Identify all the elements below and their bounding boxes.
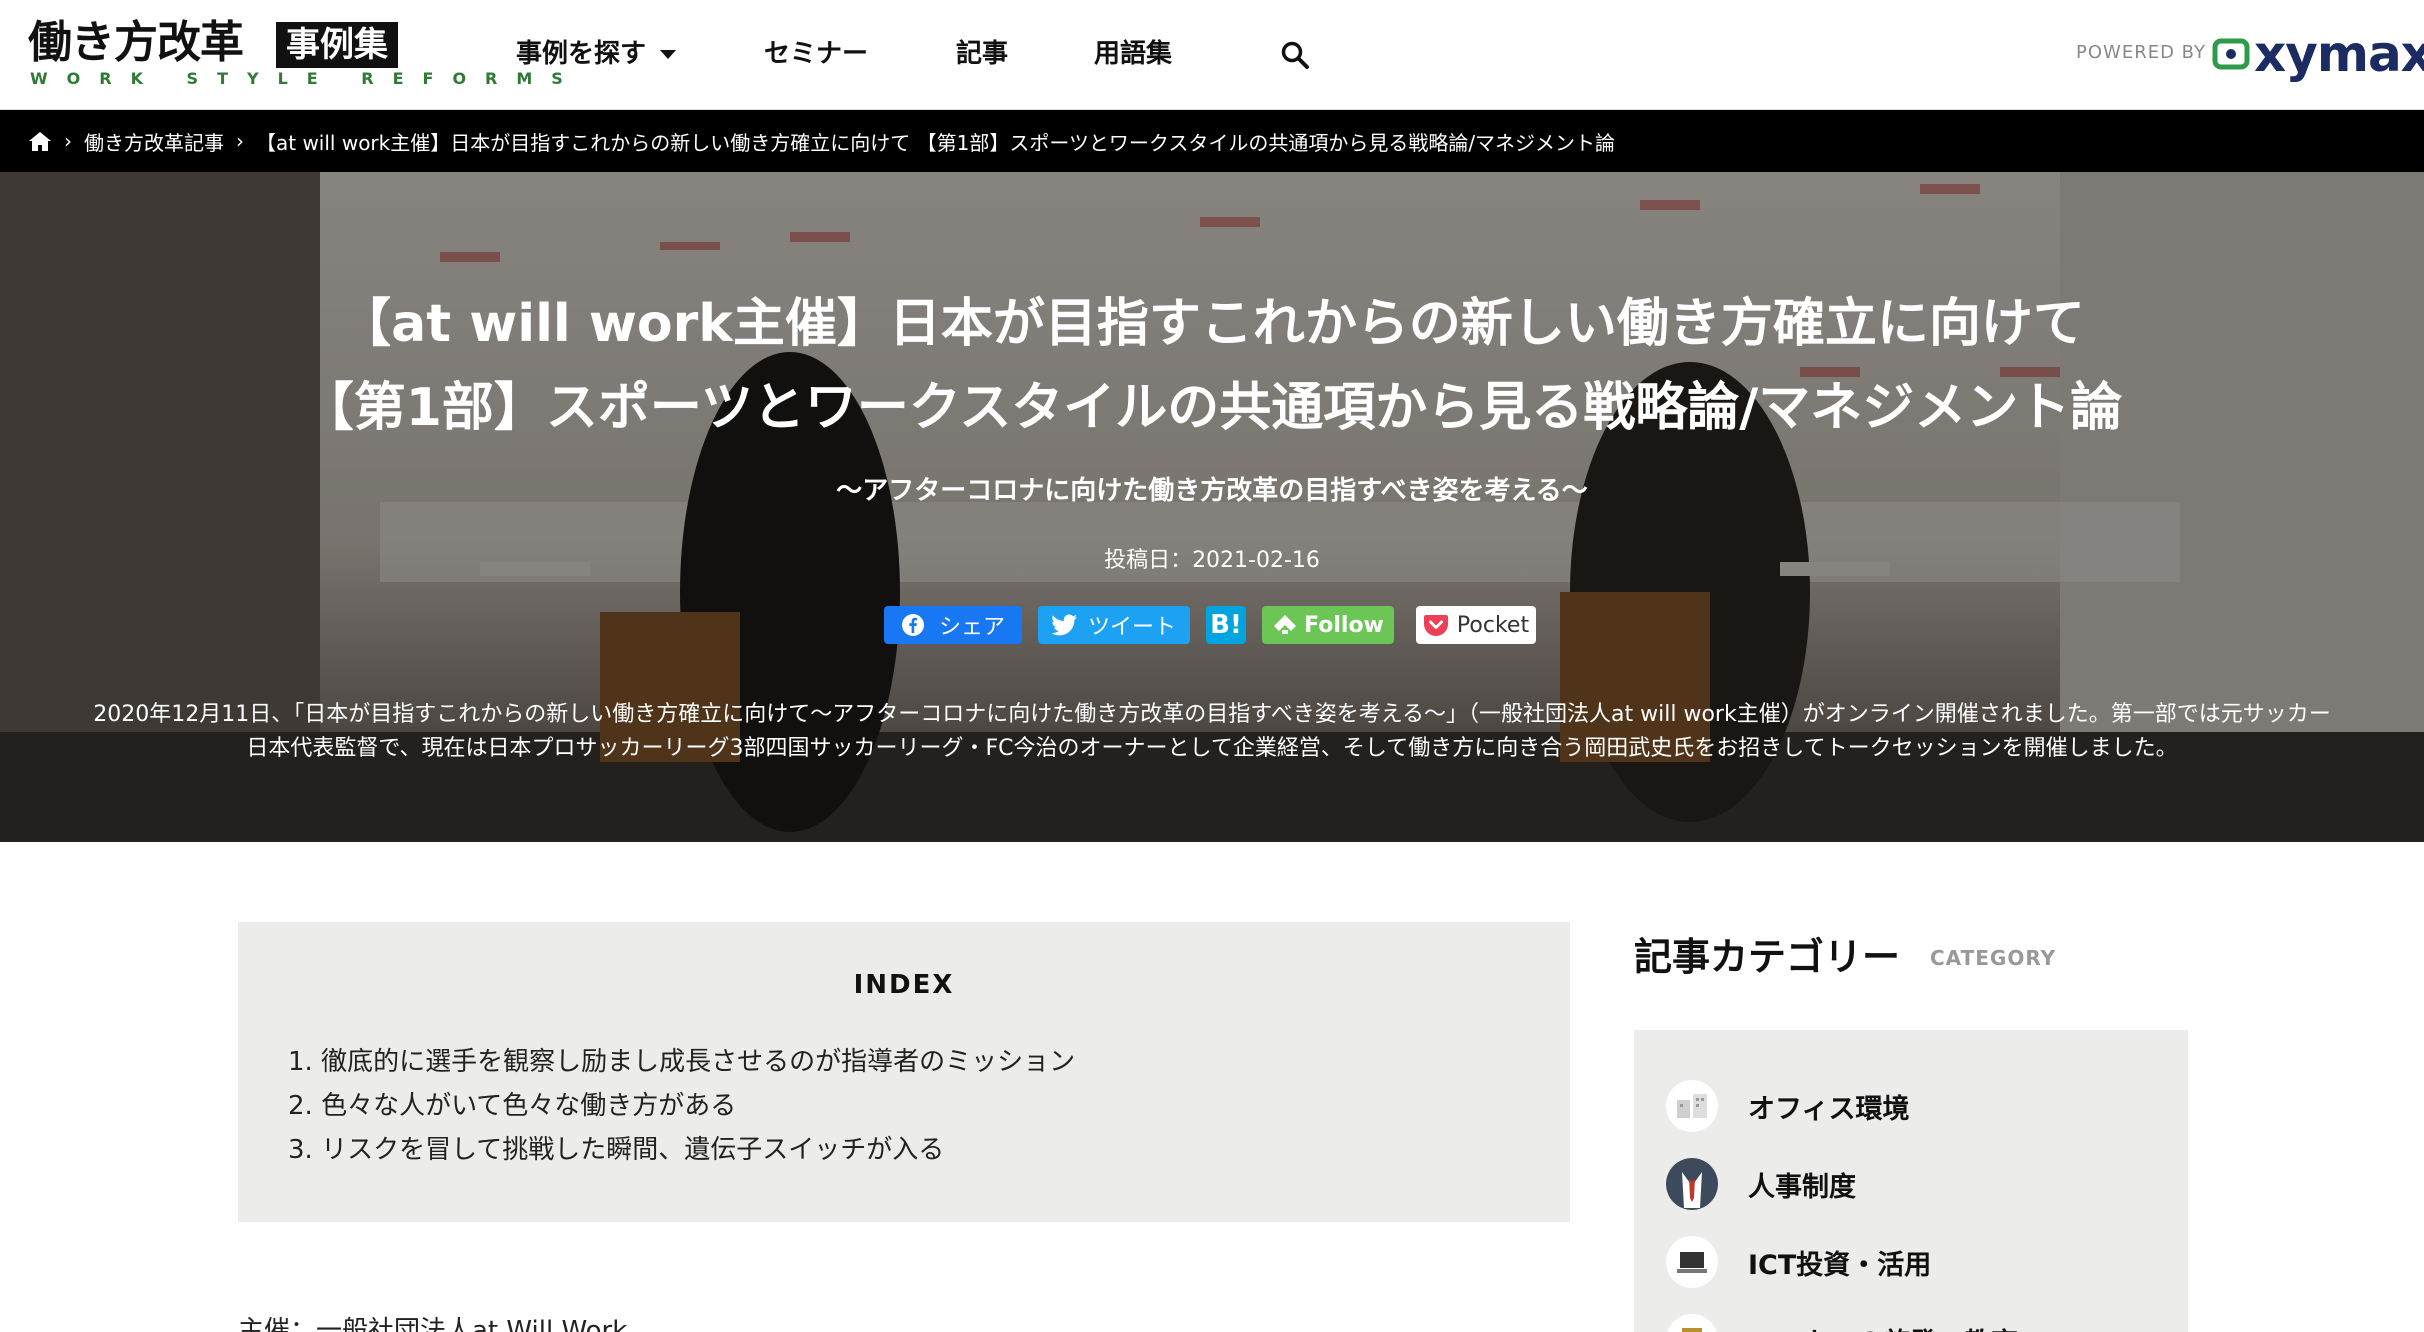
laptop-icon [1666,1236,1718,1288]
site-logo[interactable]: 働き方改革 事例集 WORK STYLE REFORMS [28,17,563,90]
twitter-bird-icon [1051,614,1077,636]
category-hr-system[interactable]: 人事制度 [1666,1154,1856,1214]
site-header: 働き方改革 事例集 WORK STYLE REFORMS 事例を探す セミナー … [0,0,2424,110]
breadcrumb-current: 【at will work主催】日本が目指すこれからの新しい働き方確立に向けて … [256,130,1616,155]
article-subtitle: 〜アフターコロナに向けた働き方改革の目指すべき姿を考える〜 [836,476,1588,506]
hero-banner: 【at will work主催】日本が目指すこれからの新しい働き方確立に向けて … [0,172,2424,842]
category-office-environment[interactable]: オフィス環境 [1666,1076,1909,1136]
pocket-icon [1423,615,1448,636]
brand-name: xymax [2254,25,2424,83]
category-ict[interactable]: ICT投資・活用 [1666,1232,1931,1292]
nav-find-cases-label: 事例を探す [516,39,647,69]
nav-find-cases[interactable]: 事例を探す [516,36,677,72]
powered-by-label: POWERED BY [2076,42,2207,63]
facebook-share-button[interactable]: シェア [884,606,1022,644]
feedly-follow-button[interactable]: Follow [1262,606,1394,644]
suit-icon [1666,1158,1718,1210]
chevron-right-icon: › [64,129,72,153]
category-label: ワーカーの啓発・教育 [1748,1321,2018,1332]
hatena-bookmark-button[interactable]: B! [1206,606,1246,644]
article-title-line2: 【第1部】スポーツとワークスタイルの共通項から見る戦略論/マネジメント論 [301,378,2123,438]
feedly-follow-label: Follow [1304,612,1384,638]
nav-glossary[interactable]: 用語集 [1094,36,1172,72]
facebook-icon [901,614,924,636]
nav-seminar[interactable]: セミナー [764,36,868,72]
chevron-down-icon [660,50,677,59]
logo-subtitle: WORK STYLE REFORMS [30,69,582,88]
article-title-line1: 【at will work主催】日本が目指すこれからの新しい働き方確立に向けて [339,294,2085,354]
book-icon [1666,1314,1718,1332]
sidebar-subtitle: CATEGORY [1930,946,2057,970]
breadcrumb-articles[interactable]: 働き方改革記事 [84,127,224,156]
category-list: オフィス環境 人事制度 ICT投資・活用 ワーカーの啓発・教育 [1634,1030,2188,1332]
pocket-save-label: Pocket [1456,612,1530,638]
home-icon[interactable] [28,130,52,152]
logo-main-text: 働き方改革 [28,17,244,68]
category-label: オフィス環境 [1748,1093,1910,1125]
breadcrumb: › 働き方改革記事 › 【at will work主催】日本が目指すこれからの新… [0,110,2424,172]
pocket-save-button[interactable]: Pocket [1416,606,1536,644]
twitter-tweet-button[interactable]: ツイート [1038,606,1190,644]
chevron-right-icon: › [236,129,244,153]
toc-list: 1. 徹底的に選手を観察し励まし成長させるのが指導者のミッション 2. 色々な人… [288,1040,1075,1172]
category-worker-education[interactable]: ワーカーの啓発・教育 [1666,1310,2018,1332]
category-label: 人事制度 [1748,1171,1856,1203]
table-of-contents: INDEX 1. 徹底的に選手を観察し励まし成長させるのが指導者のミッション 2… [238,922,1570,1222]
toc-item[interactable]: 3. リスクを冒して挑戦した瞬間、遺伝子スイッチが入る [288,1128,1075,1172]
twitter-tweet-label: ツイート [1087,615,1176,640]
article-title: 【at will work主催】日本が目指すこれからの新しい働き方確立に向けて … [0,282,2424,450]
feedly-icon [1274,615,1297,634]
nav-articles[interactable]: 記事 [956,36,1008,72]
toc-item[interactable]: 2. 色々な人がいて色々な働き方がある [288,1084,1075,1128]
xymax-logo[interactable]: xymax [2212,26,2424,82]
article-lead: 2020年12月11日、「日本が目指すこれからの新しい働き方確立に向けて〜アフタ… [93,702,2331,761]
search-icon[interactable] [1280,40,1310,70]
facebook-share-label: シェア [938,615,1005,640]
toc-item[interactable]: 1. 徹底的に選手を観察し励まし成長させるのが指導者のミッション [288,1040,1075,1084]
logo-badge: 事例集 [276,22,398,68]
organizer-text: 主催：一般社団法人at Will Work [238,1316,628,1332]
xymax-mark-icon [2212,38,2250,70]
category-label: ICT投資・活用 [1748,1249,1932,1281]
sidebar-title: 記事カテゴリー [1634,935,1901,979]
office-icon [1666,1080,1718,1132]
post-date: 投稿日：2021-02-16 [1104,548,1320,573]
toc-title: INDEX [853,970,955,1000]
